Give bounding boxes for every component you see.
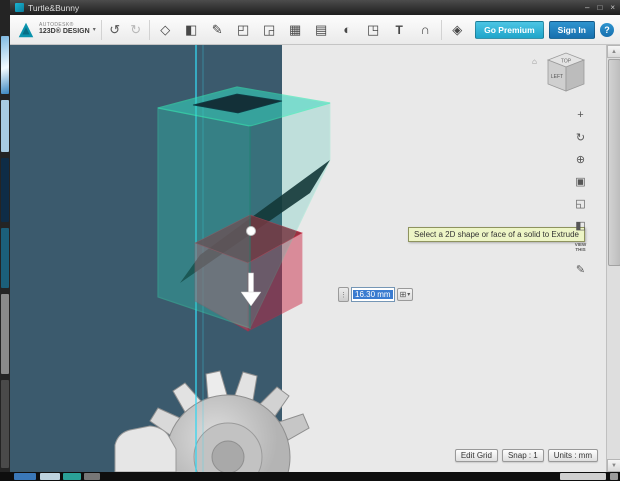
orbit-icon[interactable]: ↻ (572, 129, 589, 145)
undo-button[interactable]: ↺ (107, 23, 123, 36)
3d-scene[interactable] (10, 45, 606, 472)
screenshot-root: Turtle&Bunny – □ × AUTODESK® 123D® DESIG… (0, 0, 620, 481)
viewport[interactable]: Select a 2D shape or face of a solid to … (10, 45, 606, 472)
edit-grid-button[interactable]: Edit Grid (454, 449, 498, 462)
app-menu-button[interactable]: AUTODESK® 123D® DESIGN ▾ (16, 20, 96, 40)
scroll-down-icon[interactable]: ▼ (607, 459, 620, 472)
tool-modify-icon[interactable]: ◲ (259, 18, 280, 42)
viewcube-top-label[interactable]: TOP (561, 59, 572, 65)
app-icon (15, 3, 24, 12)
dimension-value: 16.30 mm (353, 290, 393, 299)
tool-pattern-icon[interactable]: ▦ (285, 18, 306, 42)
scrollbar[interactable]: ▲ ▼ (606, 45, 620, 472)
close-button[interactable]: × (610, 3, 615, 12)
go-premium-button[interactable]: Go Premium (475, 20, 544, 39)
fit-view-icon[interactable]: ◱ (572, 195, 589, 211)
chevron-down-icon: ▾ (92, 27, 96, 33)
toolbar-divider (440, 19, 442, 40)
manipulator-dot[interactable] (246, 226, 256, 236)
thumbnail (610, 473, 618, 480)
tool-combine-icon[interactable]: ◐ (337, 18, 358, 42)
main-toolbar: AUTODESK® 123D® DESIGN ▾ ↺ ↻ ◇ ◧ ✎ ◰ ◲ ▦… (10, 15, 620, 45)
thumbnail (14, 473, 36, 480)
thumbnail (560, 473, 606, 480)
thumbnail (63, 473, 81, 480)
thumbnail (1, 228, 9, 288)
tool-measure-icon[interactable]: ◳ (363, 18, 384, 42)
help-button[interactable]: ? (600, 22, 614, 37)
scrollbar-thumb[interactable] (608, 59, 620, 266)
thumbnail (1, 100, 9, 152)
pan-icon[interactable]: + (572, 107, 589, 123)
tool-construct-icon[interactable]: ◰ (233, 18, 254, 42)
dimension-options-button[interactable]: ⊞ ▾ (396, 288, 414, 301)
toolbar-divider (100, 19, 102, 40)
minimize-button[interactable]: – (585, 3, 589, 12)
dimension-input-group: ⋮ 16.30 mm ⊞ ▾ (338, 287, 414, 302)
zoom-window-icon[interactable]: ▣ (572, 173, 589, 189)
home-icon[interactable]: ⌂ (532, 57, 537, 66)
title-bar: Turtle&Bunny – □ × (10, 0, 620, 15)
view-mode-icon[interactable]: VIEW THIS (572, 239, 589, 255)
thumbnail (1, 294, 9, 374)
status-bar: Edit Grid Snap : 1 Units : mm (454, 449, 598, 462)
viewcube-left-label[interactable]: LEFT (551, 74, 563, 80)
drag-handle-icon[interactable]: ⋮ (338, 287, 349, 302)
123d-logo-icon (18, 22, 34, 37)
tool-grouping-icon[interactable]: ▤ (311, 18, 332, 42)
maximize-button[interactable]: □ (597, 3, 602, 12)
tool-material-icon[interactable]: ◈ (447, 18, 468, 42)
thumbnail (40, 473, 60, 480)
units-button[interactable]: Units : mm (547, 449, 598, 462)
tool-transform-icon[interactable]: ◇ (155, 18, 176, 42)
background-page-strip-bottom (0, 472, 620, 481)
window-title: Turtle&Bunny (28, 2, 80, 13)
view-front-icon[interactable]: ◧ (572, 217, 589, 233)
product-wordmark: 123D® DESIGN (39, 28, 90, 36)
tool-snap-icon[interactable]: ∩ (415, 18, 436, 42)
keypad-icon: ⊞ (399, 290, 407, 299)
snap-button[interactable]: Snap : 1 (501, 449, 544, 462)
window-controls: – □ × (585, 3, 615, 12)
scene-background (282, 45, 606, 472)
gear-fragment-solid[interactable] (114, 425, 177, 472)
redo-button[interactable]: ↻ (128, 23, 144, 36)
view-cube[interactable]: ⌂ TOP LEFT (530, 48, 592, 98)
sign-in-button[interactable]: Sign In (548, 20, 595, 39)
tool-sketch-icon[interactable]: ✎ (207, 18, 228, 42)
render-mode-icon[interactable]: ✎ (572, 261, 589, 277)
thumbnail (1, 380, 9, 468)
background-page-strip-left (0, 0, 10, 481)
extrude-tooltip: Select a 2D shape or face of a solid to … (408, 227, 585, 242)
scroll-up-icon[interactable]: ▲ (607, 45, 620, 58)
dimension-input[interactable]: 16.30 mm (351, 287, 395, 302)
thumbnail (1, 158, 9, 222)
tool-text-icon[interactable]: T (389, 18, 410, 42)
navigation-bar: + ↻ ⊕ ▣ ◱ ◧ VIEW THIS ✎ (572, 107, 589, 277)
thumbnail (1, 36, 9, 94)
app-window: Turtle&Bunny – □ × AUTODESK® 123D® DESIG… (10, 0, 620, 472)
toolbar-divider (148, 19, 150, 40)
tool-primitives-icon[interactable]: ◧ (181, 18, 202, 42)
zoom-icon[interactable]: ⊕ (572, 151, 589, 167)
extrude-arrow-stem[interactable] (248, 272, 254, 294)
chevron-down-icon: ▾ (407, 292, 411, 298)
thumbnail (84, 473, 100, 480)
